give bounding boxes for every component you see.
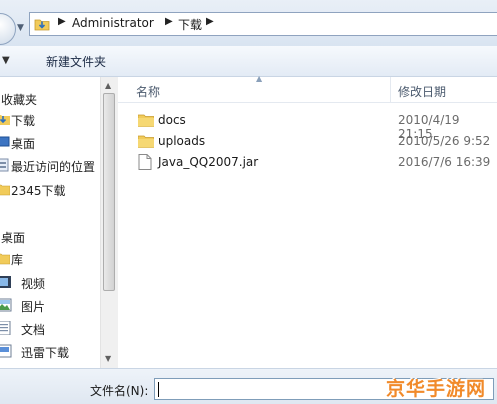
- file-row-docs[interactable]: docs 2010/4/19 21:15: [118, 110, 497, 141]
- text-caret: [158, 382, 159, 397]
- picture-icon: [0, 298, 12, 315]
- desktop-icon: [0, 135, 10, 152]
- file-list: ▲ 名称 修改日期 docs 2010/4/19 21:15 uploads 2…: [118, 74, 497, 368]
- scroll-down-icon[interactable]: ▼: [105, 354, 111, 363]
- download-folder-icon: [0, 112, 10, 129]
- file-date: 2016/7/6 16:39: [398, 155, 491, 169]
- scrollbar-thumb[interactable]: [103, 93, 115, 291]
- library-icon: [0, 251, 11, 268]
- recent-places-icon: [0, 158, 10, 175]
- file-name: Java_QQ2007.jar: [158, 155, 259, 169]
- column-header: ▲ 名称 修改日期: [118, 74, 497, 103]
- sidebar-item-label: 文档: [21, 323, 46, 337]
- folder-icon: [137, 133, 155, 151]
- organize-dropdown-icon[interactable]: ▼: [2, 55, 10, 66]
- navigation-pane-scrollbar[interactable]: ▲ ▼: [100, 77, 118, 368]
- address-bar-area: ▼ ▶ Administrator ▶ 下载 ▶: [0, 0, 497, 47]
- breadcrumb-separator-icon[interactable]: ▶: [58, 16, 66, 27]
- sidebar-item-label: 最近访问的位置: [11, 160, 96, 174]
- thunder-download-icon: [0, 344, 12, 361]
- folder-icon: [137, 112, 155, 130]
- back-button[interactable]: [0, 13, 16, 45]
- sidebar-item-label: 收藏夹: [1, 93, 38, 107]
- sidebar-item-label: 桌面: [1, 231, 26, 245]
- recent-pages-dropdown-icon[interactable]: ▼: [17, 23, 24, 33]
- watermark-logo: 京华手游网: [386, 378, 487, 400]
- file-icon: [138, 154, 152, 173]
- file-date: 2010/5/26 9:52: [398, 134, 491, 148]
- new-folder-button[interactable]: 新建文件夹: [46, 53, 106, 70]
- file-row-java-qq2007[interactable]: Java_QQ2007.jar 2016/7/6 16:39: [118, 152, 497, 173]
- address-bar[interactable]: ▶ Administrator ▶ 下载 ▶: [29, 12, 497, 36]
- column-name-header[interactable]: 名称: [136, 83, 160, 100]
- navigation-pane: 收藏夹 下载 桌面 最近访问的位置 2345下载 桌面 库 视频 图片 文档 迅…: [0, 77, 116, 368]
- file-name: uploads: [158, 134, 206, 148]
- document-icon: [0, 320, 12, 338]
- file-row-uploads[interactable]: uploads 2010/5/26 9:52: [118, 131, 497, 152]
- column-divider[interactable]: [390, 77, 391, 102]
- breadcrumb-downloads[interactable]: 下载: [178, 16, 202, 33]
- folder-icon: [0, 182, 11, 199]
- breadcrumb-separator-icon[interactable]: ▶: [165, 16, 173, 27]
- column-date-header[interactable]: 修改日期: [398, 83, 446, 100]
- sidebar-item-label: 视频: [21, 277, 46, 291]
- sidebar-item-label: 2345下载: [11, 184, 66, 198]
- breadcrumb-administrator[interactable]: Administrator: [72, 16, 154, 30]
- download-folder-icon: [34, 16, 50, 35]
- scroll-up-icon[interactable]: ▲: [105, 81, 111, 90]
- file-name: docs: [158, 113, 186, 127]
- toolbar: ▼ 新建文件夹: [0, 46, 497, 77]
- sidebar-item-label: 库: [11, 253, 24, 267]
- breadcrumb-separator-icon[interactable]: ▶: [206, 16, 214, 27]
- sidebar-item-label: 图片: [21, 300, 46, 314]
- sidebar-item-label: 迅雷下载: [21, 346, 70, 360]
- video-icon: [0, 275, 12, 292]
- sort-ascending-icon: ▲: [256, 74, 263, 83]
- filename-label: 文件名(N):: [90, 384, 149, 398]
- sidebar-item-label: 下载: [11, 114, 36, 128]
- sidebar-item-label: 桌面: [11, 137, 36, 151]
